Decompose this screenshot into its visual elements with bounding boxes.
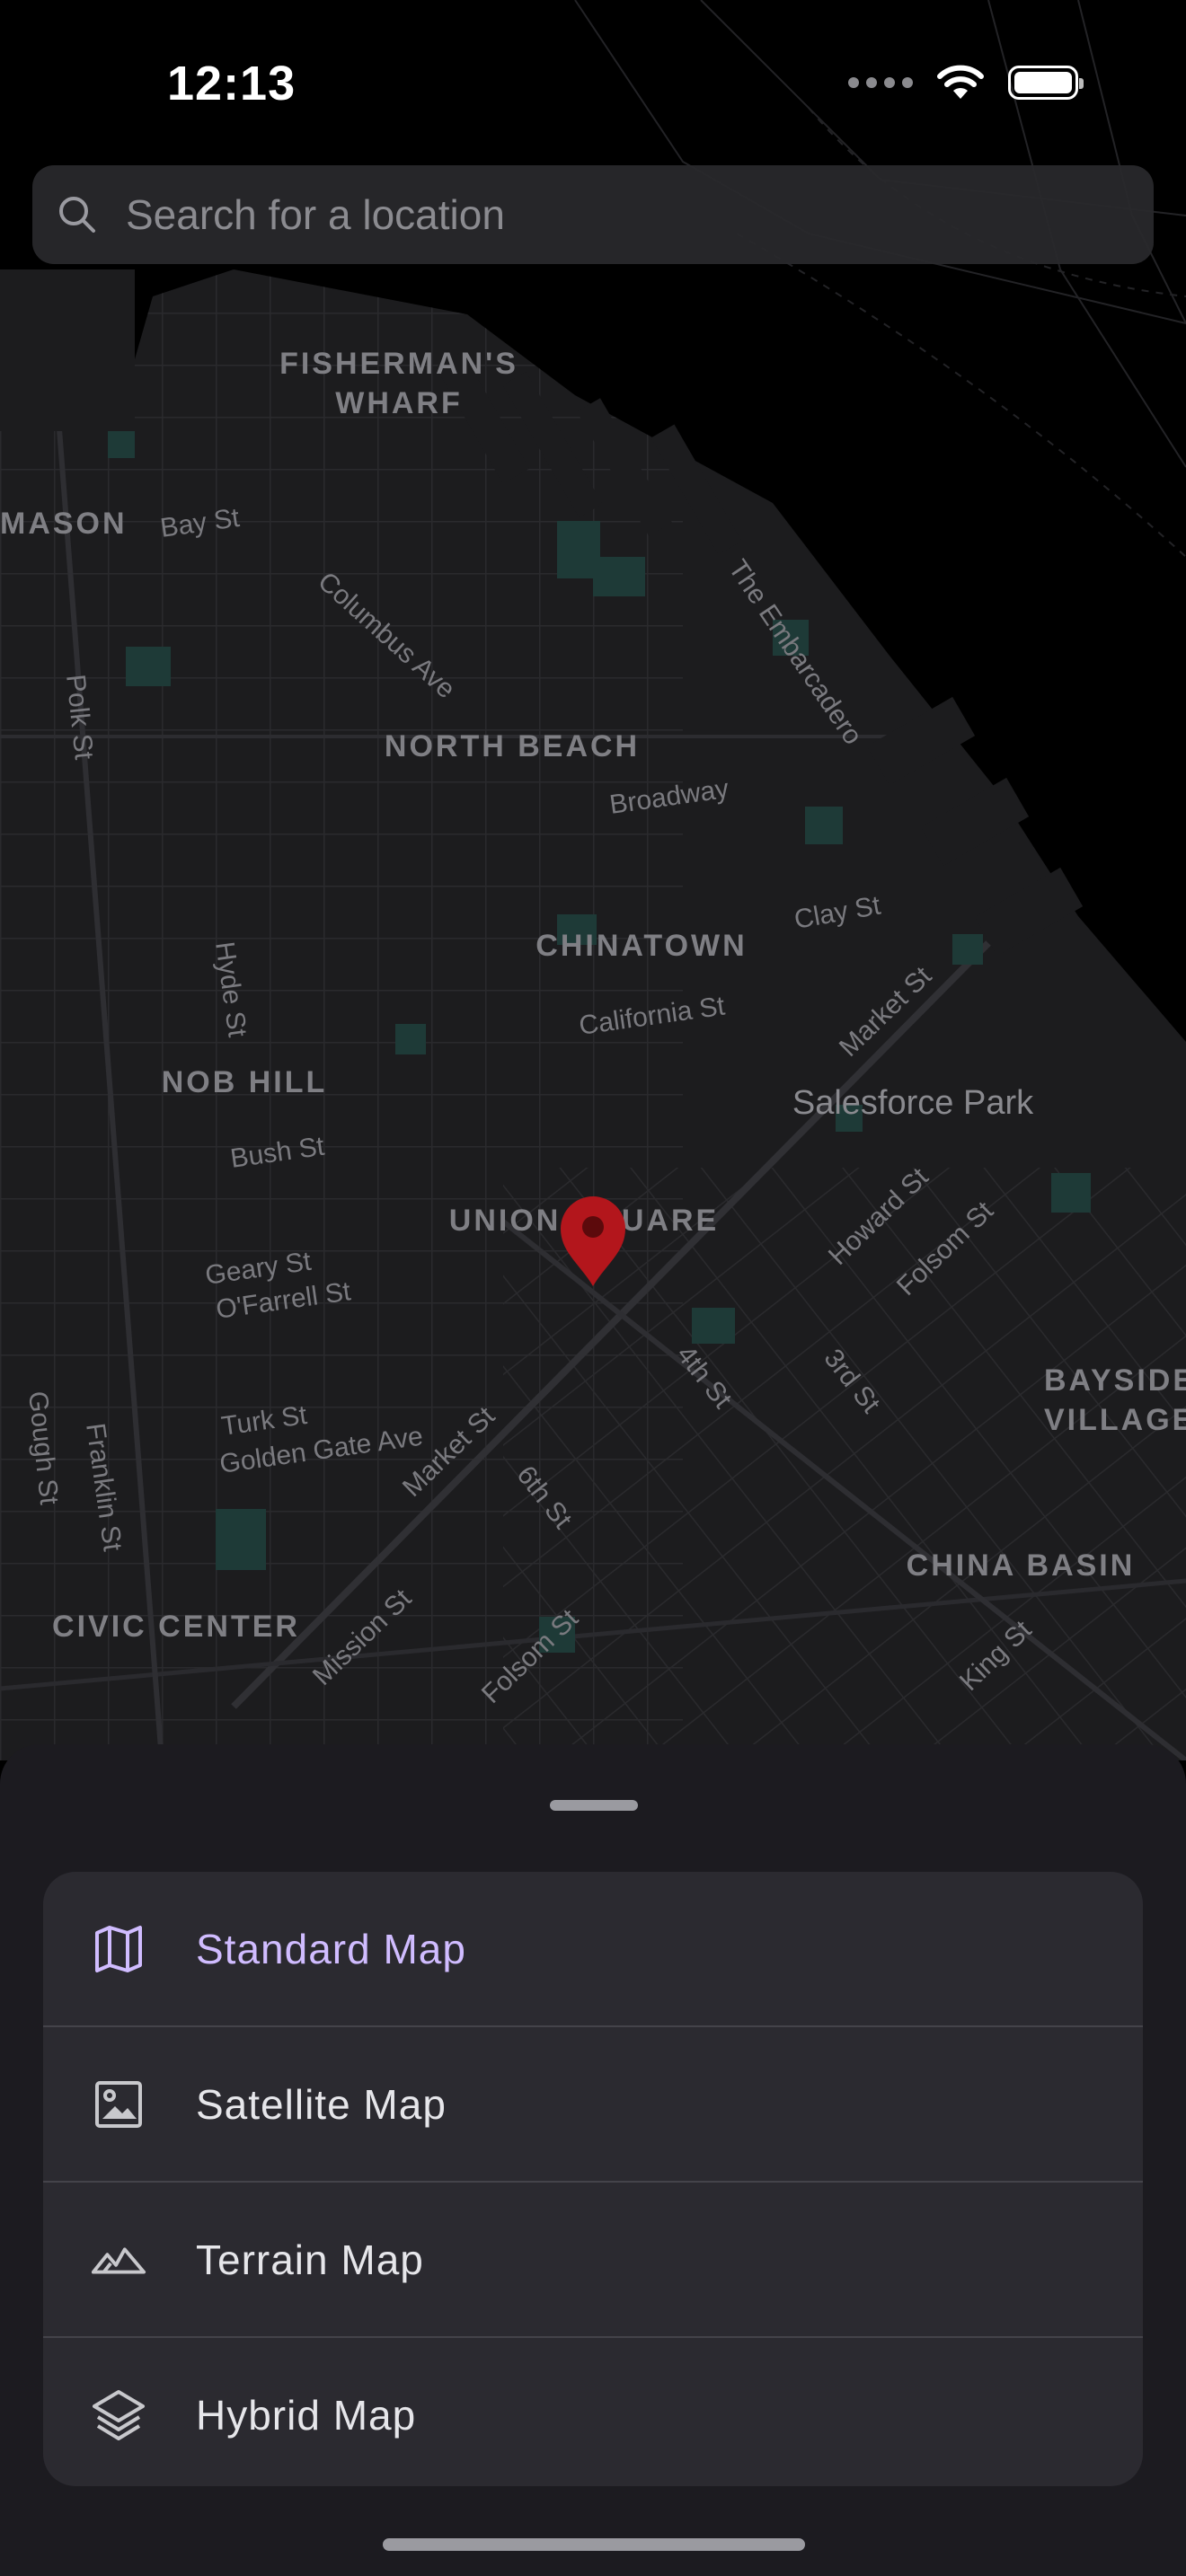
map-district-label: CHINA BASIN	[907, 1548, 1136, 1583]
search-input[interactable]	[124, 190, 1154, 240]
search-icon	[59, 197, 95, 233]
status-bar: 12:13	[0, 0, 1186, 171]
map-type-label: Satellite Map	[196, 2080, 447, 2128]
map-district-label: WHARF	[335, 386, 463, 420]
status-icons	[848, 63, 1084, 102]
drag-handle[interactable]	[550, 1800, 638, 1811]
map-district-label: FISHERMAN'S	[279, 347, 518, 381]
terrain-icon	[90, 2231, 147, 2289]
map-district-label: CHINATOWN	[535, 929, 747, 963]
map-type-option-hybrid[interactable]: Hybrid Map	[43, 2336, 1143, 2486]
map-type-label: Standard Map	[196, 1925, 466, 1972]
map-type-list: Standard Map Satellite Map Terrain Map H…	[43, 1872, 1143, 2486]
map-district-label: MASON	[0, 507, 128, 541]
map-type-label: Hybrid Map	[196, 2391, 417, 2439]
map-type-option-satellite[interactable]: Satellite Map	[43, 2025, 1143, 2181]
layers-icon	[90, 2386, 147, 2444]
search-bar[interactable]	[32, 165, 1154, 264]
map-type-option-terrain[interactable]: Terrain Map	[43, 2181, 1143, 2336]
wifi-icon	[937, 65, 984, 99]
battery-icon	[1008, 66, 1084, 100]
map-place-label: Salesforce Park	[792, 1084, 1034, 1122]
map-type-bottom-sheet: Standard Map Satellite Map Terrain Map H…	[0, 1744, 1186, 2576]
map-icon	[90, 1920, 147, 1978]
map-type-option-standard[interactable]: Standard Map	[43, 1872, 1143, 2025]
status-time: 12:13	[167, 57, 296, 110]
map-view[interactable]: FISHERMAN'S WHARF MASON NORTH BEACH CHIN…	[0, 0, 1186, 1760]
cellular-signal-icon	[848, 77, 913, 88]
map-district-label: NORTH BEACH	[385, 729, 640, 763]
home-indicator	[383, 2538, 805, 2551]
map-district-label: CIVIC CENTER	[52, 1610, 300, 1644]
map-district-label: BAYSIDE	[1044, 1363, 1186, 1398]
map-type-label: Terrain Map	[196, 2236, 424, 2283]
map-district-label: NOB HILL	[162, 1065, 328, 1099]
map-district-label: VILLAGE	[1044, 1403, 1186, 1437]
image-icon	[90, 2076, 147, 2133]
